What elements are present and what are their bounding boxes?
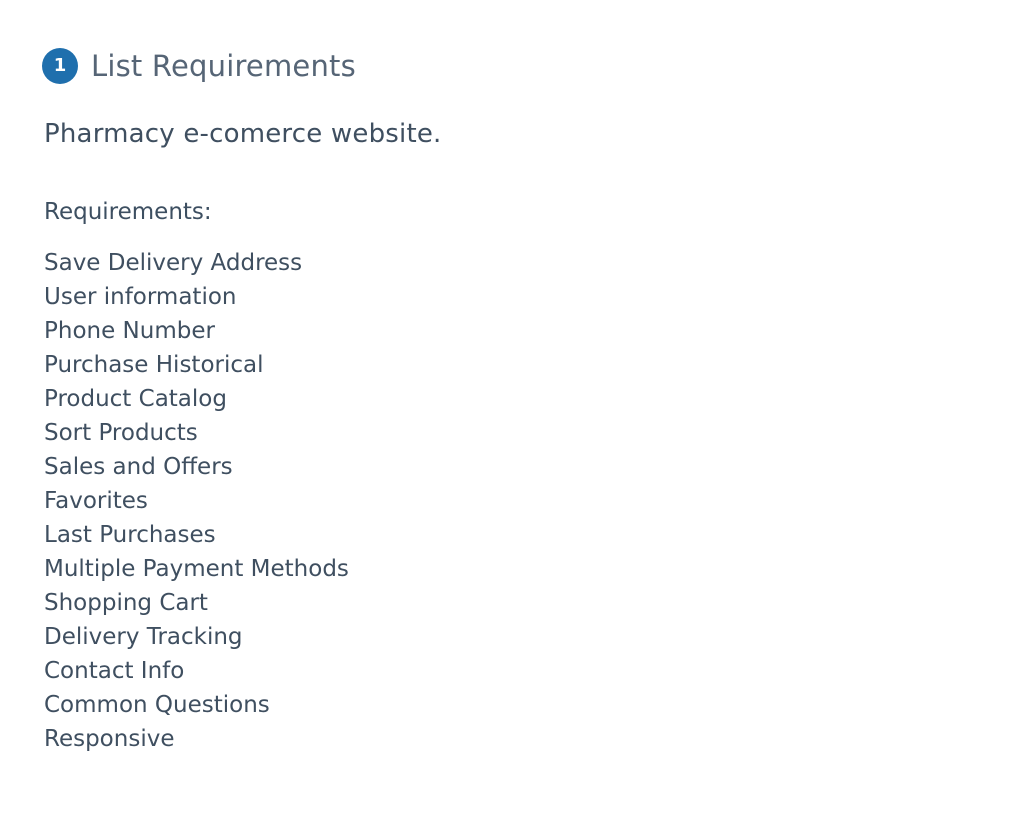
requirement-item: Delivery Tracking bbox=[44, 624, 243, 650]
requirement-item: Shopping Cart bbox=[44, 590, 208, 616]
requirements-page: 1 List Requirements Pharmacy e-comerce w… bbox=[0, 0, 1024, 816]
requirement-item: Save Delivery Address bbox=[44, 250, 303, 276]
requirements-list: Save Delivery Address User information P… bbox=[44, 246, 349, 756]
requirement-item: Purchase Historical bbox=[44, 352, 264, 378]
requirement-item: User information bbox=[44, 284, 237, 310]
step-header: 1 List Requirements bbox=[42, 44, 356, 88]
requirement-item: Common Questions bbox=[44, 692, 270, 718]
requirement-item: Contact Info bbox=[44, 658, 185, 684]
step-title: List Requirements bbox=[91, 49, 356, 83]
requirements-heading: Requirements: bbox=[44, 199, 212, 225]
requirement-item: Last Purchases bbox=[44, 522, 216, 548]
requirement-item: Multiple Payment Methods bbox=[44, 556, 349, 582]
project-description: Pharmacy e-comerce website. bbox=[44, 119, 442, 149]
requirement-item: Favorites bbox=[44, 488, 148, 514]
requirement-item: Phone Number bbox=[44, 318, 215, 344]
requirement-item: Sales and Offers bbox=[44, 454, 233, 480]
requirement-item: Responsive bbox=[44, 726, 175, 752]
requirement-item: Sort Products bbox=[44, 420, 198, 446]
step-number-badge: 1 bbox=[42, 48, 78, 84]
requirement-item: Product Catalog bbox=[44, 386, 227, 412]
